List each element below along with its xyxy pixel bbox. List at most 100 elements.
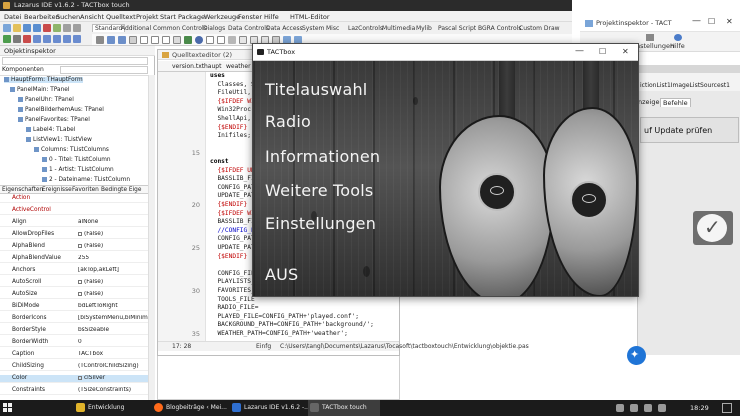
confirm-button[interactable]: ✓ <box>693 211 733 245</box>
tab-eigenschaften[interactable]: Eigenschaften <box>2 187 43 193</box>
property-row[interactable]: Color clSilver <box>0 375 148 384</box>
taskbar-item-tactbox[interactable]: TACTbox touch <box>308 400 380 416</box>
step-into-icon[interactable] <box>33 35 41 43</box>
menu-datei[interactable]: Datei <box>4 13 21 21</box>
property-row[interactable]: AutoSize (False) <box>0 291 148 300</box>
notification-icon[interactable] <box>722 403 732 413</box>
property-row[interactable]: Align alNone <box>0 219 148 228</box>
property-value[interactable]: (TControlChildSizing) <box>78 363 148 369</box>
menu-quelltext[interactable]: Quelltext <box>106 13 136 21</box>
tree-node[interactable]: ListView1: TListView <box>26 137 92 143</box>
check-update-button[interactable]: uf Update prüfen <box>640 117 739 143</box>
tab-weather[interactable]: weather <box>226 63 251 70</box>
tab-system[interactable]: System <box>302 25 324 32</box>
tree-node[interactable]: PanelBilderhemAus: TPanel <box>18 107 104 113</box>
tbutton-icon[interactable] <box>129 36 137 44</box>
options-icon[interactable] <box>646 34 654 41</box>
tab-befehle[interactable]: Befehle <box>660 98 691 107</box>
menu-ansicht[interactable]: Ansicht <box>80 13 104 21</box>
tray-network-icon[interactable] <box>616 404 624 412</box>
close-icon[interactable]: ✕ <box>622 47 629 56</box>
tlabel-icon[interactable] <box>140 36 148 44</box>
help-button[interactable]: Hilfe <box>670 42 685 50</box>
property-value[interactable]: (False) <box>78 291 148 297</box>
globe-icon[interactable]: ✦ <box>627 346 646 365</box>
tab-mylib[interactable]: Mylib <box>416 25 432 32</box>
property-row[interactable]: BorderIcons [biSystemMenu,biMinimize <box>0 315 148 324</box>
component-search-input[interactable] <box>60 66 148 74</box>
pause-icon[interactable] <box>13 35 21 43</box>
tree-node[interactable]: Label4: TLabel <box>26 127 75 133</box>
taskbar-item-explorer[interactable]: Entwicklung <box>74 400 146 416</box>
tree-node[interactable]: 1 - Artist: TListColumn <box>42 167 114 173</box>
taskbar-item-firefox[interactable]: Blogbeiträge ‹ Mei... <box>152 400 227 416</box>
tab-ereignisse[interactable]: Ereignisse <box>42 187 72 193</box>
checkbox-icon[interactable] <box>78 375 82 380</box>
property-value[interactable]: 255 <box>78 255 148 261</box>
close-file-icon[interactable] <box>43 24 51 32</box>
tree-node[interactable]: PanelFavorites: TPanel <box>18 117 90 123</box>
tree-node[interactable]: 2 - Dateiname: TListColumn <box>42 177 130 183</box>
tab-haupt[interactable]: haupt <box>204 63 221 70</box>
property-value[interactable]: [akTop,akLeft] <box>78 267 148 273</box>
menu-werkzeuge[interactable]: Werkzeuge <box>204 13 240 21</box>
property-value[interactable]: clSilver <box>78 375 148 381</box>
options-button[interactable]: nstellungen <box>636 42 674 50</box>
tpopupmenu-icon[interactable] <box>118 36 126 44</box>
property-value[interactable]: bdLeftToRight <box>78 303 148 309</box>
tab-pascal-script[interactable]: Pascal Script <box>438 25 476 32</box>
close-icon[interactable]: ✕ <box>726 17 733 26</box>
tray-volume-icon[interactable] <box>630 404 638 412</box>
run-to-cursor-icon[interactable] <box>63 35 71 43</box>
component-filter-input[interactable] <box>2 57 148 65</box>
menu-html-editor[interactable]: HTML-Editor <box>290 13 330 21</box>
property-row[interactable]: AllowDropFiles (False) <box>0 231 148 240</box>
menu-radio[interactable]: Radio <box>265 112 311 131</box>
tlistbox-icon[interactable] <box>206 36 214 44</box>
property-row[interactable]: BorderWidth 0 <box>0 339 148 348</box>
tree-node[interactable]: Columns: TListColumns <box>34 147 109 153</box>
property-row[interactable]: Caption TACTbox <box>0 351 148 360</box>
checkbox-icon[interactable] <box>78 291 82 296</box>
step-over-icon[interactable] <box>43 35 51 43</box>
tcombobox-icon[interactable] <box>217 36 225 44</box>
taskbar-clock[interactable]: 18:29 <box>690 404 709 412</box>
taskbar-item-lazarus[interactable]: Lazarus IDE v1.6.2 -... <box>230 400 310 416</box>
menu-suchen[interactable]: Suchen <box>56 13 80 21</box>
tab-data-access[interactable]: Data Access <box>266 25 303 32</box>
pointer-tool-icon[interactable] <box>96 36 104 44</box>
tactbox-titlebar[interactable]: TACTbox — ☐ ✕ <box>253 44 638 61</box>
tab-misc[interactable]: Misc <box>326 25 339 32</box>
checkbox-icon[interactable] <box>78 243 82 248</box>
view-forms-icon[interactable] <box>73 24 81 32</box>
tree-node[interactable]: PanelUhr: TPanel <box>18 97 74 103</box>
property-value[interactable]: bsSizeable <box>78 327 148 333</box>
open-folder-icon[interactable] <box>13 24 21 32</box>
tab-multimedia[interactable]: Multimedia <box>382 25 415 32</box>
property-value[interactable]: (False) <box>78 231 148 237</box>
property-value[interactable]: TACTbox <box>78 351 148 357</box>
menu-hilfe[interactable]: Hilfe <box>264 13 279 21</box>
menu-aus[interactable]: AUS <box>265 265 298 284</box>
property-value[interactable]: [biSystemMenu,biMinimize <box>78 315 148 321</box>
tab-common-controls[interactable]: Common Controls <box>153 25 207 32</box>
property-row[interactable]: BiDiMode bdLeftToRight <box>0 303 148 312</box>
property-row[interactable]: BorderStyle bsSizeable <box>0 327 148 336</box>
tab-data-controls[interactable]: Data Controls <box>228 25 269 32</box>
tab-version-txt[interactable]: version.txt <box>172 63 204 70</box>
new-form-icon[interactable] <box>53 24 61 32</box>
property-value[interactable]: alNone <box>78 219 148 225</box>
save-icon[interactable] <box>23 24 31 32</box>
view-units-icon[interactable] <box>63 24 71 32</box>
checkbox-icon[interactable] <box>78 231 82 236</box>
tab-additional[interactable]: Additional <box>121 25 151 32</box>
tradiobutton-icon[interactable] <box>195 36 203 44</box>
tab-anzeige[interactable]: nzeige <box>638 98 659 106</box>
property-value[interactable]: (False) <box>78 243 148 249</box>
menu-package[interactable]: Package <box>178 13 205 21</box>
main-window-titlebar[interactable]: Lazarus IDE v1.6.2 - TACTbox touch <box>0 0 572 11</box>
menu-bearbeiten[interactable]: Bearbeiten <box>24 13 60 21</box>
tedit-icon[interactable] <box>151 36 159 44</box>
menu-weitere-tools[interactable]: Weitere Tools <box>265 181 373 200</box>
save-all-icon[interactable] <box>33 24 41 32</box>
